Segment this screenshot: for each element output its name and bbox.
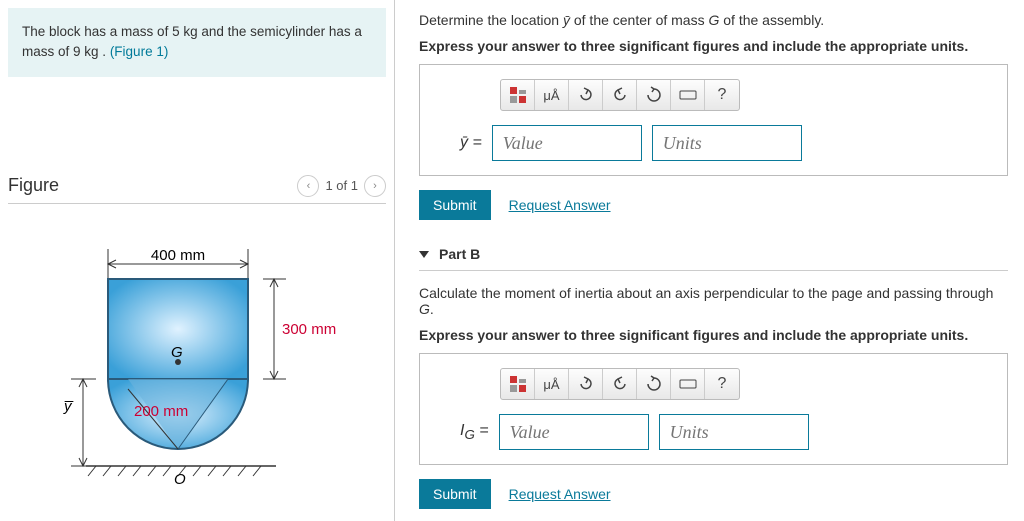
partB-instruction: Express your answer to three significant… <box>419 327 1008 343</box>
figure-next-button[interactable]: › <box>364 175 386 197</box>
partA-prompt-1: Determine the location <box>419 12 563 28</box>
undo-icon[interactable] <box>569 80 603 110</box>
partB-prompt-1: Calculate the moment of inertia about an… <box>419 285 993 301</box>
keyboard-icon[interactable] <box>671 369 705 399</box>
figure-heading: Figure <box>8 175 59 196</box>
partB-label: IG = <box>460 422 489 442</box>
template-icon[interactable] <box>501 369 535 399</box>
label-o: O <box>174 471 186 488</box>
template-icon[interactable] <box>501 80 535 110</box>
help-icon[interactable]: ? <box>705 369 739 399</box>
partA-submit-button[interactable]: Submit <box>419 190 491 220</box>
partB-gvar: G <box>419 301 430 317</box>
label-g: G <box>171 344 183 361</box>
partA-label: ȳ = <box>460 134 482 152</box>
partB-collapse-icon[interactable] <box>419 251 429 258</box>
figure-link[interactable]: (Figure 1) <box>110 44 169 59</box>
undo-icon[interactable] <box>569 369 603 399</box>
dim-radius: 200 mm <box>134 403 188 420</box>
partA-var: ȳ <box>563 12 570 28</box>
redo-icon[interactable] <box>603 80 637 110</box>
partA-prompt-2: of the center of mass <box>570 12 709 28</box>
dim-side: 300 mm <box>282 321 336 338</box>
partB-toolbar: μÅ ? <box>500 368 740 400</box>
units-icon[interactable]: μÅ <box>535 80 569 110</box>
redo-icon[interactable] <box>603 369 637 399</box>
label-ybar: y̅ <box>63 398 74 415</box>
partA-gvar: G <box>708 12 719 28</box>
help-icon[interactable]: ? <box>705 80 739 110</box>
partA-answer-box: μÅ ? ȳ = <box>419 64 1008 176</box>
unit-kg-2: kg <box>84 44 98 59</box>
partB-units-input[interactable] <box>659 414 809 450</box>
figure-prev-button[interactable]: ‹ <box>297 175 319 197</box>
reset-icon[interactable] <box>637 369 671 399</box>
partA-request-answer-link[interactable]: Request Answer <box>509 197 611 213</box>
partA-units-input[interactable] <box>652 125 802 161</box>
reset-icon[interactable] <box>637 80 671 110</box>
problem-text-3: . <box>99 44 110 59</box>
partA-toolbar: μÅ ? <box>500 79 740 111</box>
problem-text-1: The block has a mass of 5 <box>22 24 183 39</box>
keyboard-icon[interactable] <box>671 80 705 110</box>
partA-prompt-3: of the assembly. <box>719 12 824 28</box>
partB-submit-button[interactable]: Submit <box>419 479 491 509</box>
partB-prompt-2: . <box>430 301 434 317</box>
unit-kg-1: kg <box>183 24 197 39</box>
partA-value-input[interactable] <box>492 125 642 161</box>
partB-value-input[interactable] <box>499 414 649 450</box>
problem-statement: The block has a mass of 5 kg and the sem… <box>8 8 386 77</box>
partB-title: Part B <box>439 246 480 262</box>
figure-diagram: 400 mm 300 mm G <box>8 204 386 507</box>
partB-answer-box: μÅ ? IG = <box>419 353 1008 465</box>
partA-instruction: Express your answer to three significant… <box>419 38 1008 54</box>
units-icon[interactable]: μÅ <box>535 369 569 399</box>
dim-top: 400 mm <box>151 247 205 264</box>
figure-counter: 1 of 1 <box>325 178 358 193</box>
partB-request-answer-link[interactable]: Request Answer <box>509 486 611 502</box>
